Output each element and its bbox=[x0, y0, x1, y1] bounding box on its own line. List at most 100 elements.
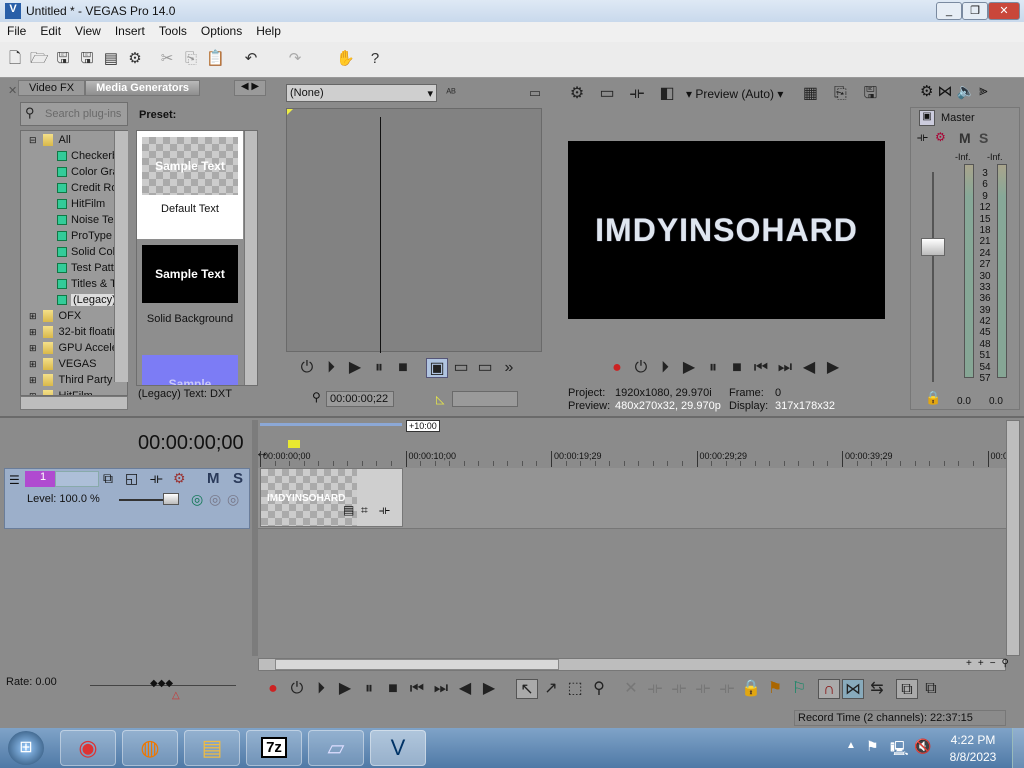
taskbar-notepad[interactable]: ▱ bbox=[308, 730, 364, 766]
expand-icon[interactable]: ⊞ bbox=[29, 343, 37, 353]
preset-list[interactable]: Sample Text Default Text Sample Text Sol… bbox=[136, 130, 258, 386]
go-to-start-icon[interactable]: ⏮ bbox=[750, 358, 772, 378]
spellcheck-icon[interactable]: ᴬᴮ bbox=[442, 84, 460, 102]
divider[interactable] bbox=[0, 416, 1024, 418]
selection-tool-icon[interactable]: ⬚ bbox=[564, 679, 586, 699]
tree-scrollbar[interactable] bbox=[114, 131, 128, 382]
tools-icon[interactable]: ✋ bbox=[336, 50, 355, 68]
video-preview[interactable]: IMDYINSOHARD bbox=[568, 141, 885, 319]
minimize-button[interactable]: _ bbox=[936, 2, 962, 20]
snapping-icon[interactable]: ∩ bbox=[818, 679, 840, 699]
tree-item[interactable]: ⊞32-bit floating point bbox=[29, 324, 127, 340]
ignore-grouping-icon[interactable]: ⧉ bbox=[920, 679, 942, 699]
more-icon[interactable]: » bbox=[498, 358, 520, 378]
track-mute-button[interactable]: M bbox=[207, 470, 220, 487]
loop-icon[interactable]: ⏻ bbox=[630, 358, 652, 378]
expand-icon[interactable]: ⊞ bbox=[29, 359, 37, 369]
grid-icon[interactable]: ▦ bbox=[799, 84, 821, 104]
plugin-tree[interactable]: ⊟ All CheckerboardColor GradientCredit Rol… bbox=[20, 130, 128, 396]
zoom-tool-icon[interactable]: ⚲ bbox=[588, 679, 610, 699]
track-motion-icon[interactable]: ⟛ bbox=[150, 470, 163, 487]
overlay-icon[interactable]: ◧ bbox=[656, 84, 678, 104]
envelope-tool-icon[interactable]: ↗ bbox=[540, 679, 562, 699]
overwrite-icon[interactable]: ▣ bbox=[426, 358, 448, 378]
pan-crop-icon[interactable]: ⟛ bbox=[379, 503, 390, 518]
taskbar-firefox[interactable]: ◍ bbox=[122, 730, 178, 766]
insert-region-icon[interactable]: ⚐ bbox=[788, 679, 810, 699]
clock-time[interactable]: 4:22 PM bbox=[948, 733, 998, 747]
preview-properties-icon[interactable]: ⚙ bbox=[566, 84, 588, 104]
speaker-icon[interactable]: 🔈 bbox=[956, 82, 975, 100]
menu-tools[interactable]: Tools bbox=[152, 22, 194, 42]
redo-icon[interactable]: ↷ bbox=[286, 50, 304, 68]
action-center-icon[interactable]: ⚑ bbox=[866, 738, 879, 755]
search-input[interactable]: Search plug-ins bbox=[20, 102, 128, 126]
loop-icon[interactable]: ⏻ bbox=[286, 679, 308, 699]
composite-mode-icon[interactable]: ◎ bbox=[191, 491, 203, 508]
close-button[interactable]: ✕ bbox=[988, 2, 1020, 20]
previous-frame-icon[interactable]: ◀ bbox=[454, 679, 476, 699]
track-name-input[interactable] bbox=[55, 471, 99, 487]
tree-item[interactable]: ProType Titler bbox=[29, 228, 127, 244]
loop-region-bar[interactable] bbox=[260, 423, 402, 426]
play-from-start-icon[interactable]: ⏵ bbox=[320, 358, 342, 378]
loop-icon[interactable]: ⏻ bbox=[296, 358, 318, 378]
downmix-icon[interactable]: ⋈ bbox=[937, 82, 952, 100]
tab-scroll-arrows[interactable]: ◀ ▶ bbox=[234, 80, 266, 96]
master-fader[interactable] bbox=[921, 238, 945, 256]
next-frame-icon[interactable]: ▶ bbox=[478, 679, 500, 699]
preview-quality-dropdown[interactable]: ▾ Preview (Auto) ▾ bbox=[686, 87, 783, 101]
trimmer-view[interactable] bbox=[286, 108, 542, 353]
insert-marker-icon[interactable]: ⚑ bbox=[764, 679, 786, 699]
trimmer-dropdown[interactable]: (None) ▾ bbox=[286, 84, 437, 102]
trimmer-timecode[interactable]: 00:00:00;22 bbox=[326, 391, 394, 407]
solo-button[interactable]: S bbox=[979, 130, 988, 146]
pause-icon[interactable]: ⏸ bbox=[368, 358, 390, 378]
video-clip[interactable]: IMDYINSOHARD ▤ ⌗ ⟛ bbox=[260, 468, 403, 527]
taskbar-file-explorer[interactable]: ▤ bbox=[184, 730, 240, 766]
track-fx-icon[interactable]: ⚙ bbox=[173, 470, 186, 487]
menu-view[interactable]: View bbox=[68, 22, 108, 42]
auto-crossfade-icon[interactable]: ⋈ bbox=[842, 679, 864, 699]
insert-icon[interactable]: ▭ bbox=[450, 358, 472, 378]
menu-file[interactable]: File bbox=[0, 22, 33, 42]
render-icon[interactable]: ▤ bbox=[102, 50, 120, 68]
save-snapshot-icon[interactable]: 🖫 bbox=[859, 84, 881, 104]
track-solo-button[interactable]: S bbox=[233, 470, 243, 487]
level-slider-thumb[interactable] bbox=[163, 493, 179, 505]
open-icon[interactable]: 🗁 bbox=[30, 50, 49, 68]
event-fx-icon[interactable]: ▤ bbox=[343, 503, 354, 517]
record-icon[interactable]: ● bbox=[606, 358, 628, 378]
scrollbar-thumb[interactable] bbox=[275, 659, 559, 670]
split-screen-icon[interactable]: ⟛ bbox=[626, 84, 648, 104]
expand-icon[interactable]: ⊞ bbox=[29, 311, 37, 321]
network-icon[interactable]: 🖳 bbox=[890, 738, 909, 762]
collapse-icon[interactable]: ⊟ bbox=[29, 135, 37, 145]
video-track-header[interactable]: ☰ 1 ⧉ ◱ ⟛ ⚙ M S Level: 100.0 % ◎ ◎ ◎ bbox=[4, 468, 250, 529]
tree-item[interactable]: Noise Texture bbox=[29, 212, 127, 228]
show-hidden-icons[interactable]: ▲ bbox=[846, 740, 856, 751]
expand-icon[interactable]: ⊞ bbox=[29, 375, 37, 385]
master-fx-icon[interactable]: ⚙ bbox=[935, 130, 946, 144]
menu-options[interactable]: Options bbox=[194, 22, 249, 42]
record-icon[interactable]: ● bbox=[262, 679, 284, 699]
preset-solid-background[interactable]: Sample Text Solid Background bbox=[137, 239, 243, 347]
pause-icon[interactable]: ⏸ bbox=[702, 358, 724, 378]
play-from-start-icon[interactable]: ⏵ bbox=[654, 358, 676, 378]
mute-button[interactable]: M bbox=[959, 130, 971, 146]
play-icon[interactable]: ▶ bbox=[678, 358, 700, 378]
stop-icon[interactable]: ■ bbox=[382, 679, 404, 699]
fx-icon[interactable]: ⫸ bbox=[979, 82, 987, 100]
volume-muted-icon[interactable]: 🔇 bbox=[914, 738, 931, 755]
lock-icon[interactable]: 🔒 bbox=[925, 390, 941, 406]
rate-slider-thumb[interactable]: ◆◆◆ bbox=[150, 678, 173, 689]
split-icon[interactable]: ⟛ bbox=[668, 679, 690, 699]
delete-icon[interactable]: ✕ bbox=[620, 679, 642, 699]
external-monitor-icon[interactable]: ▭ bbox=[596, 84, 618, 104]
make-child-icon[interactable]: ◎ bbox=[227, 491, 239, 508]
trimmer-options-icon[interactable]: ▭ bbox=[526, 84, 544, 102]
tree-item[interactable]: Solid Color bbox=[29, 244, 127, 260]
preset-scrollbar[interactable] bbox=[244, 131, 257, 385]
previous-frame-icon[interactable]: ◀ bbox=[798, 358, 820, 378]
tree-item[interactable]: (Legacy) Text bbox=[29, 292, 127, 308]
